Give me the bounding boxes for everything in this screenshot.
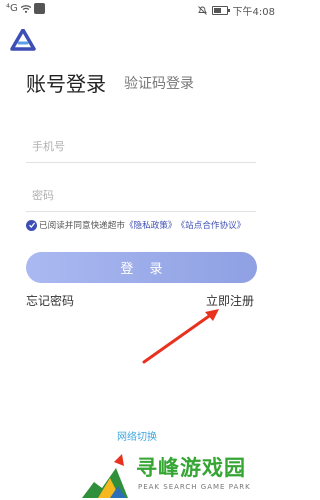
forgot-password-link[interactable]: 忘记密码 xyxy=(26,292,74,309)
checkmark-icon xyxy=(28,222,35,228)
annotation-arrow-icon xyxy=(142,309,219,364)
login-button[interactable]: 登 录 xyxy=(26,252,257,283)
watermark-subtitle: PEAK SEARCH GAME PARK xyxy=(138,483,251,491)
password-field-wrapper xyxy=(26,181,256,212)
watermark: 寻峰游戏园 PEAK SEARCH GAME PARK xyxy=(80,450,281,500)
notification-icon xyxy=(33,3,45,14)
watermark-title: 寻峰游戏园 xyxy=(136,456,246,480)
site-agreement-link[interactable]: 《站点合作协议》 xyxy=(177,219,246,231)
agreement-checkbox[interactable] xyxy=(26,219,37,231)
wifi-icon xyxy=(20,4,31,13)
status-time: 下午4:08 xyxy=(232,7,275,18)
tab-account-login[interactable]: 账号登录 xyxy=(26,68,106,97)
battery-icon xyxy=(211,6,230,15)
mute-icon xyxy=(197,6,207,15)
phone-field-wrapper xyxy=(26,132,256,163)
privacy-policy-link[interactable]: 《隐私政策》 xyxy=(125,219,177,231)
tab-code-login[interactable]: 验证码登录 xyxy=(124,73,194,93)
status-left: ⁴G xyxy=(6,3,45,14)
phone-input[interactable] xyxy=(26,132,256,160)
agreement-text: 已阅读并同意快递超市 xyxy=(39,221,125,231)
network-switch-link[interactable]: 网络切换 xyxy=(117,428,157,443)
watermark-logo-icon xyxy=(82,454,128,498)
agreement-row: 已阅读并同意快递超市 《隐私政策》 《站点合作协议》 xyxy=(26,219,276,231)
app-logo-icon xyxy=(10,29,36,51)
status-right: 下午4:08 xyxy=(197,3,275,18)
password-input[interactable] xyxy=(26,181,256,209)
signal-icon: ⁴G xyxy=(6,3,18,14)
status-bar: ⁴G 下午4:08 xyxy=(0,0,281,18)
